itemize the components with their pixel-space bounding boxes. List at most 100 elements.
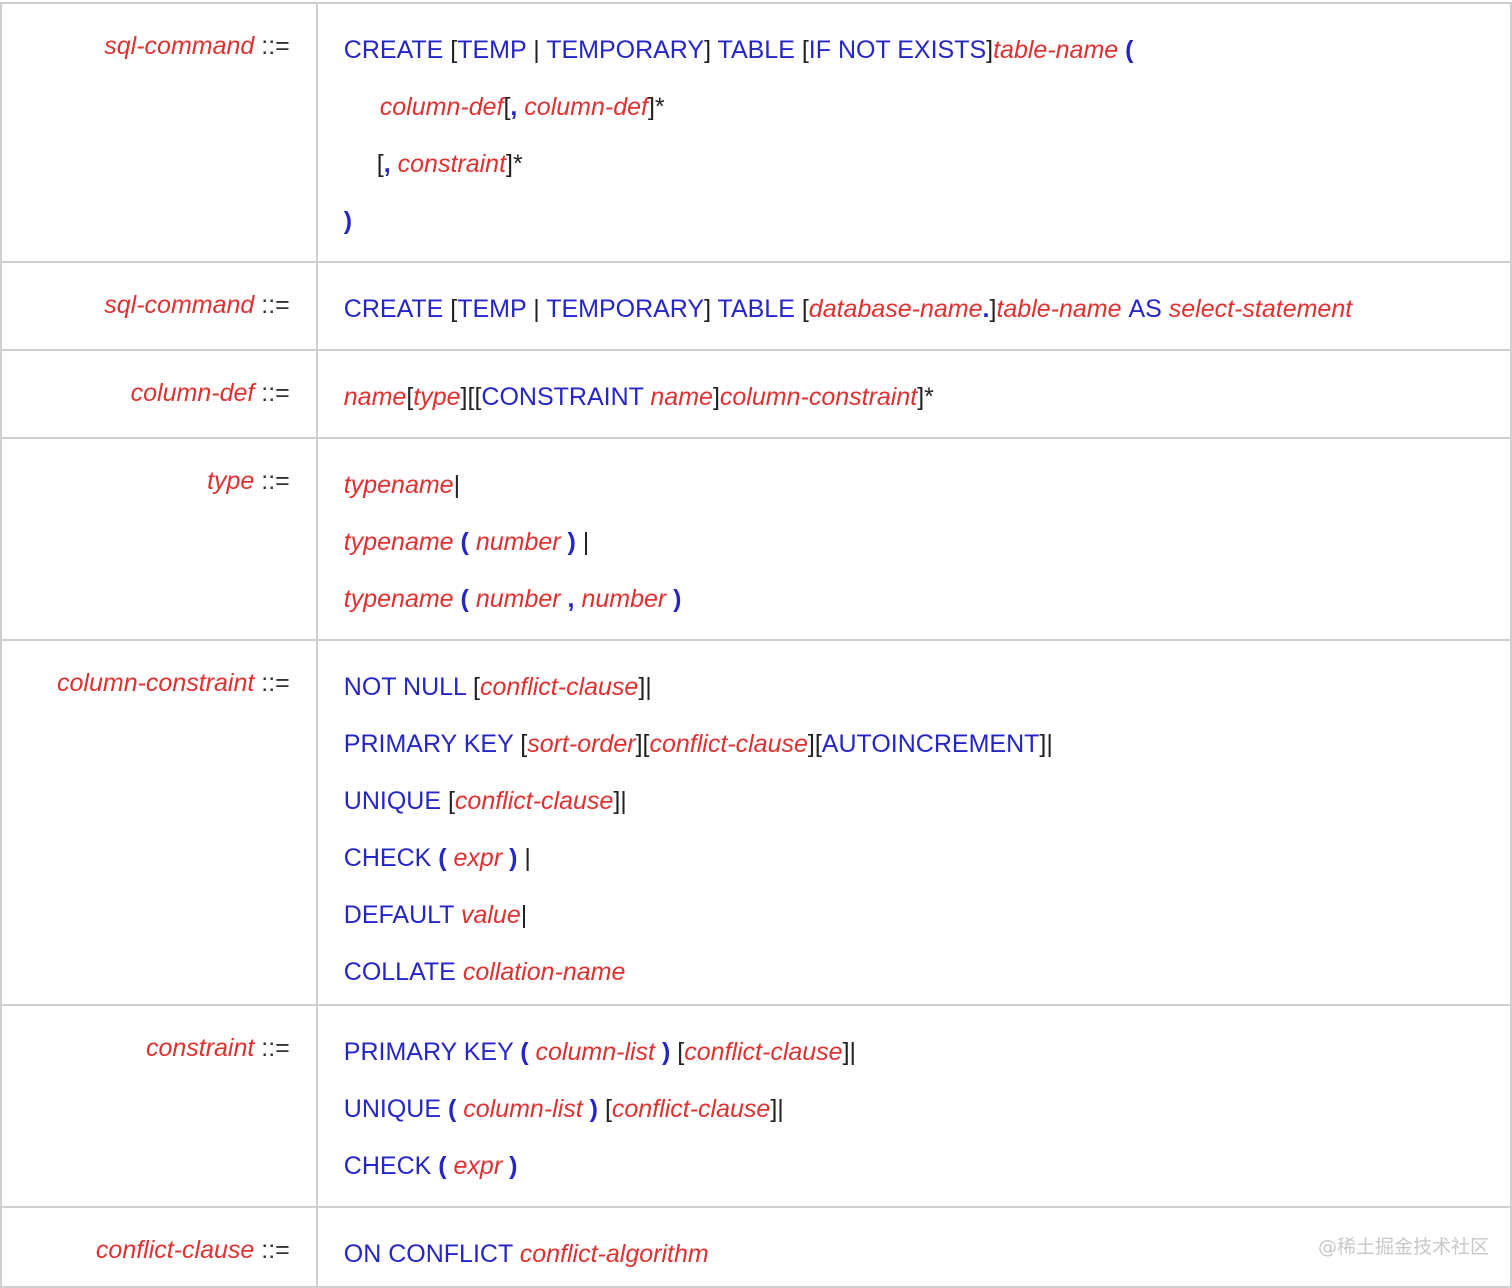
nonterminal-token: table-name	[993, 36, 1126, 64]
keyword-token: PRIMARY KEY	[343, 730, 521, 758]
rule-body: NOT NULL [conflict-clause]| PRIMARY KEY […	[344, 641, 1510, 1004]
keyword-token: CREATE	[343, 36, 451, 64]
keyword-token: TABLE	[717, 295, 802, 323]
grammar-line: CREATE [TEMP | TEMPORARY] TABLE [databas…	[344, 291, 1510, 341]
rule-name-cell: column-def ::=	[0, 349, 318, 439]
nonterminal-token: value	[460, 901, 521, 929]
operator-token: |	[533, 36, 547, 64]
rule-name: sql-command	[104, 291, 255, 319]
nonterminal-token: select-statement	[1168, 295, 1353, 323]
nonterminal-token: database-name	[808, 295, 983, 323]
grammar-line: typename ( number , number )	[344, 581, 1510, 631]
nonterminal-token: column-list	[535, 1038, 662, 1066]
grammar-line: column-def[, column-def]*	[344, 89, 1510, 146]
operator-token: ]	[712, 383, 720, 411]
symbol-token: (	[438, 844, 454, 872]
define-op: ::=	[261, 1034, 290, 1062]
grammar-rule-constraint: constraint ::= PRIMARY KEY ( column-list…	[0, 1004, 1512, 1208]
nonterminal-token: conflict-clause	[684, 1038, 843, 1066]
operator-token: ]|	[638, 673, 652, 701]
rule-name-cell: column-constraint ::=	[0, 639, 318, 1006]
nonterminal-token: number	[475, 585, 568, 613]
nonterminal-token: collation-name	[462, 958, 626, 986]
grammar-line: COLLATE collation-name	[344, 954, 1510, 1004]
symbol-token: (	[520, 1038, 536, 1066]
rule-name: column-def	[130, 379, 255, 407]
nonterminal-token: typename	[343, 585, 461, 613]
keyword-token: AS	[1128, 295, 1169, 323]
grammar-line: CHECK ( expr )	[344, 1148, 1510, 1198]
nonterminal-token: type	[413, 383, 461, 411]
symbol-token: (	[447, 1095, 464, 1123]
grammar-rule-column-def: column-def ::= name[type][[CONSTRAINT na…	[0, 349, 1512, 439]
rule-body-cell: PRIMARY KEY ( column-list ) [conflict-cl…	[315, 1004, 1512, 1208]
symbol-token: ,	[383, 150, 391, 178]
nonterminal-token: conflict-clause	[479, 673, 639, 701]
operator-token: ]*	[506, 150, 523, 178]
define-op: ::=	[261, 467, 290, 495]
operator-token: |	[533, 295, 547, 323]
grammar-rule-column-constraint: column-constraint ::= NOT NULL [conflict…	[0, 639, 1512, 1006]
define-op: ::=	[261, 669, 290, 697]
rule-body: name[type][[CONSTRAINT name]column-const…	[344, 351, 1510, 429]
keyword-token: PRIMARY KEY	[343, 1038, 521, 1066]
nonterminal-token: constraint	[390, 150, 507, 178]
define-op: ::=	[261, 379, 290, 407]
grammar-line: UNIQUE [conflict-clause]|	[344, 783, 1510, 840]
keyword-token: CONSTRAINT	[481, 383, 651, 411]
rule-body-cell: CREATE [TEMP | TEMPORARY] TABLE [databas…	[315, 261, 1512, 351]
operator-token: ]|	[613, 787, 627, 815]
keyword-token: UNIQUE	[343, 1095, 448, 1123]
rule-body-cell: CREATE [TEMP | TEMPORARY] TABLE [IF NOT …	[315, 2, 1512, 263]
symbol-token: )	[509, 1152, 518, 1180]
nonterminal-token: name	[343, 383, 407, 411]
operator-token: |	[575, 528, 590, 556]
grammar-line: name[type][[CONSTRAINT name]column-const…	[344, 379, 1510, 429]
grammar-line: [, constraint]*	[344, 146, 1510, 203]
operator-token: |	[520, 901, 528, 929]
nonterminal-token: name	[650, 383, 713, 411]
nonterminal-token: column-constraint	[719, 383, 918, 411]
rule-name-cell: conflict-clause ::=	[0, 1206, 318, 1288]
nonterminal-token: sort-order	[527, 730, 636, 758]
grammar-line: CREATE [TEMP | TEMPORARY] TABLE [IF NOT …	[344, 32, 1510, 89]
grammar-table: sql-command ::= CREATE [TEMP | TEMPORARY…	[0, 2, 1512, 1288]
grammar-line: )	[344, 203, 1510, 253]
symbol-token: )	[343, 207, 353, 235]
operator-token: [	[670, 1038, 685, 1066]
rule-body: CREATE [TEMP | TEMPORARY] TABLE [databas…	[344, 263, 1510, 341]
nonterminal-token: column-def	[517, 93, 648, 121]
nonterminal-token: conflict-clause	[454, 787, 614, 815]
keyword-token: DEFAULT	[343, 901, 461, 929]
operator-token: [	[598, 1095, 612, 1123]
operator-token: ]*	[917, 383, 934, 411]
nonterminal-token: number	[475, 528, 568, 556]
watermark: @稀土掘金技术社区	[1318, 1236, 1490, 1258]
symbol-token: (	[438, 1152, 454, 1180]
keyword-token: CHECK	[343, 1152, 439, 1180]
rule-body-cell: name[type][[CONSTRAINT name]column-const…	[315, 349, 1512, 439]
operator-token: ]	[704, 295, 718, 323]
keyword-token: NOT NULL	[343, 673, 473, 701]
grammar-line: typename ( number ) |	[344, 524, 1510, 581]
operator-token: ][	[807, 730, 822, 758]
symbol-token: (	[1125, 36, 1134, 64]
define-op: ::=	[261, 1236, 290, 1264]
operator-token: ]*	[647, 93, 665, 121]
define-op: ::=	[261, 291, 290, 319]
define-op: ::=	[261, 32, 290, 60]
keyword-token: TEMPORARY	[546, 36, 705, 64]
keyword-token: TABLE	[717, 36, 802, 64]
keyword-token: COLLATE	[343, 958, 463, 986]
rule-name-cell: type ::=	[0, 437, 318, 641]
symbol-token: ,	[567, 585, 582, 613]
grammar-line: DEFAULT value|	[344, 897, 1510, 954]
rule-name: type	[207, 467, 255, 495]
symbol-token: )	[567, 528, 576, 556]
grammar-line: typename|	[344, 467, 1510, 524]
operator-token: ]	[704, 36, 718, 64]
nonterminal-token: conflict-clause	[611, 1095, 771, 1123]
rule-name-cell: constraint ::=	[0, 1004, 318, 1208]
rule-body-cell: NOT NULL [conflict-clause]| PRIMARY KEY […	[315, 639, 1512, 1006]
nonterminal-token: conflict-clause	[649, 730, 808, 758]
